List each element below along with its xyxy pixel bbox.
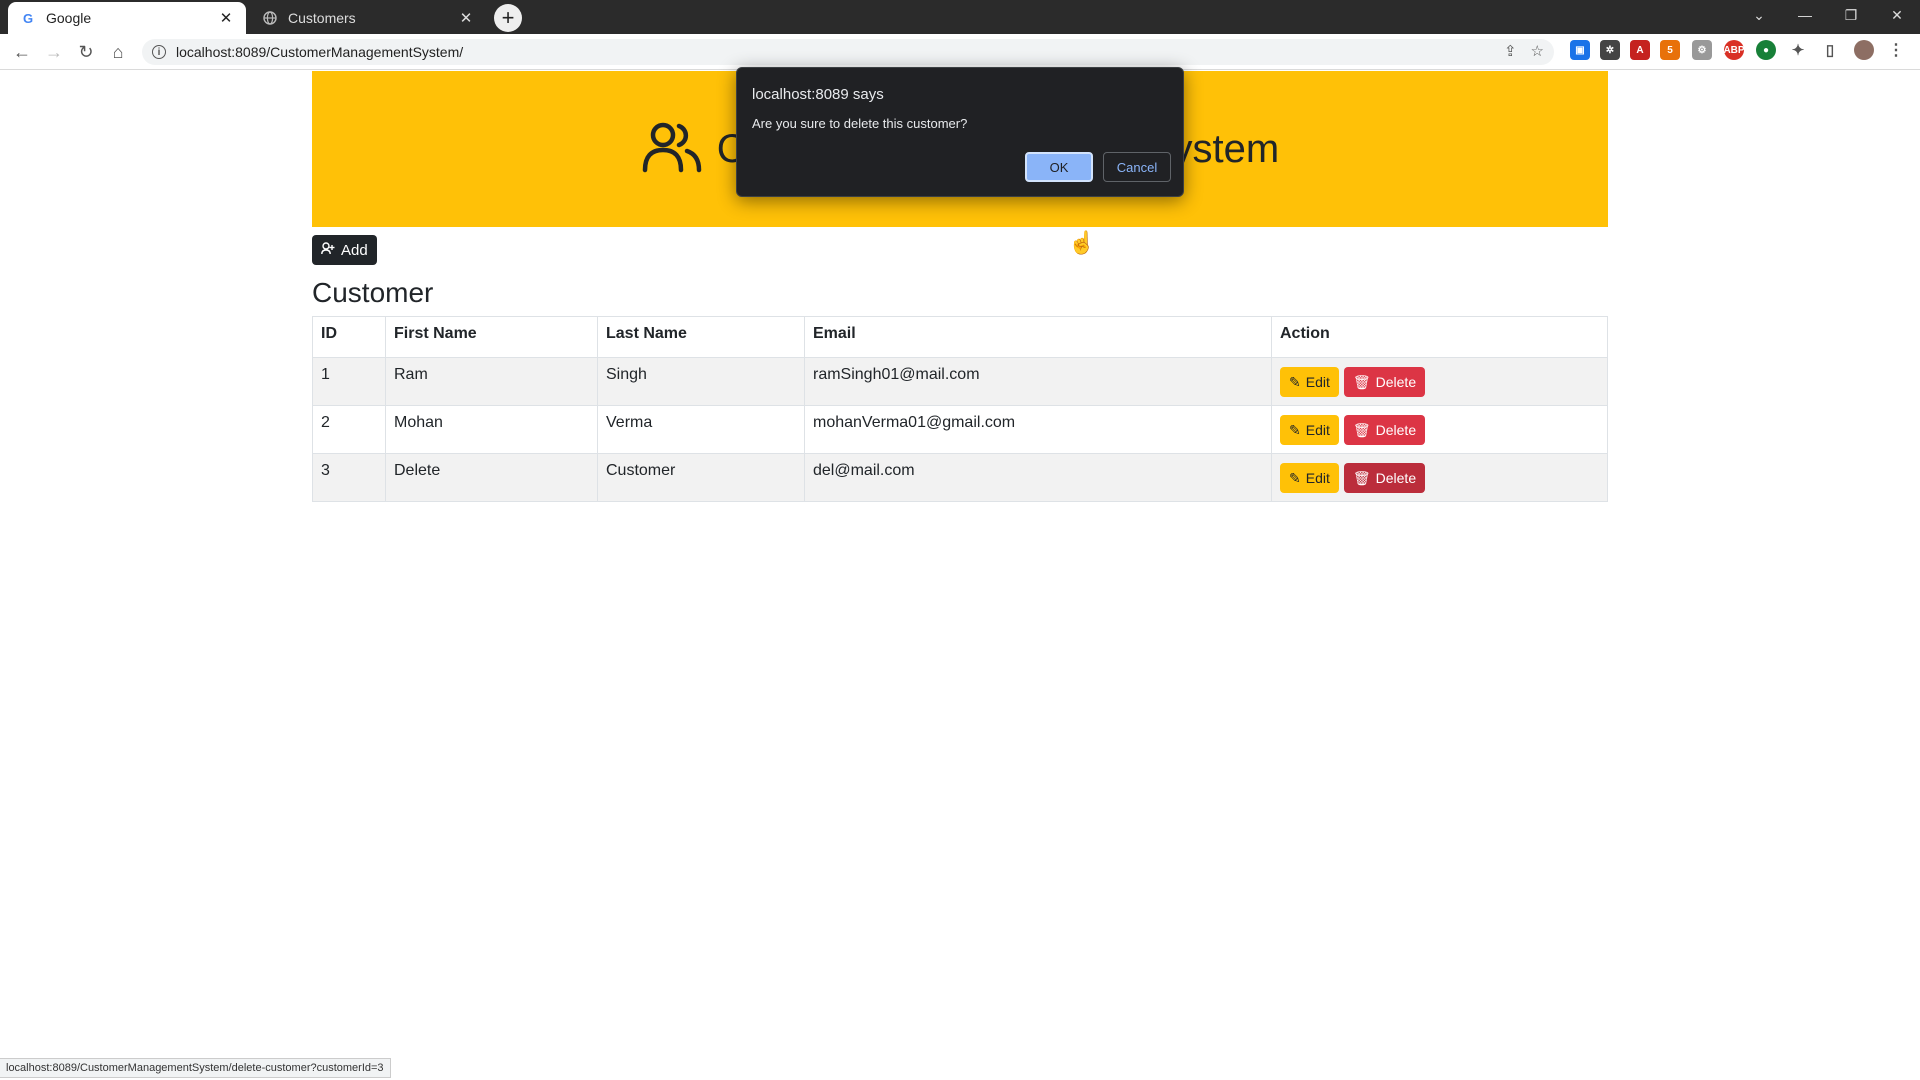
users-icon	[641, 120, 703, 179]
side-panel-icon[interactable]: ▯	[1820, 40, 1840, 60]
edit-label: Edit	[1305, 422, 1330, 438]
edit-label: Edit	[1305, 470, 1330, 486]
edit-button[interactable]: ✎ Edit	[1280, 367, 1339, 397]
trash-icon: 🗑	[1352, 373, 1371, 390]
back-icon[interactable]: ←	[8, 38, 36, 66]
close-icon[interactable]: ✕	[458, 9, 474, 27]
reload-icon[interactable]: ↻	[72, 38, 100, 66]
menu-kebab-icon[interactable]: ⋮	[1886, 40, 1906, 60]
delete-label: Delete	[1375, 374, 1417, 390]
cell-last-name: Singh	[597, 357, 805, 406]
dialog-message: Are you sure to delete this customer?	[752, 116, 968, 131]
tab-title: Google	[46, 10, 92, 26]
edit-label: Edit	[1305, 374, 1330, 390]
cell-actions: ✎ Edit 🗑 Delete	[1271, 453, 1608, 502]
google-icon: G	[22, 10, 34, 26]
cell-last-name: Customer	[597, 453, 805, 502]
tab-customers[interactable]: Customers ✕	[250, 2, 486, 34]
table-row: 3 Delete Customer del@mail.com ✎ Edit 🗑 …	[312, 453, 1608, 502]
table-row: 1 Ram Singh ramSingh01@mail.com ✎ Edit 🗑…	[312, 357, 1608, 406]
extension-gear-icon[interactable]: ✲	[1600, 40, 1620, 60]
cell-actions: ✎ Edit 🗑 Delete	[1271, 357, 1608, 406]
confirm-dialog: localhost:8089 says Are you sure to dele…	[736, 67, 1184, 197]
delete-button[interactable]: 🗑 Delete	[1343, 415, 1426, 445]
trash-icon: 🗑	[1352, 469, 1371, 486]
cell-email: del@mail.com	[804, 453, 1272, 502]
extension-tools-icon[interactable]: ⚙	[1692, 40, 1712, 60]
delete-button[interactable]: 🗑 Delete	[1343, 463, 1426, 493]
home-icon[interactable]: ⌂	[104, 38, 132, 66]
customer-table: ID First Name Last Name Email Action 1 R…	[312, 316, 1608, 502]
extension-globe-icon[interactable]: ●	[1756, 40, 1776, 60]
globe-icon	[262, 10, 278, 26]
browser-tab-bar: G Google ✕ Customers ✕ + ⌄ — ❐ ✕	[0, 0, 1920, 34]
column-header-action: Action	[1271, 316, 1608, 358]
hand-cursor-icon: ☝	[1068, 230, 1096, 255]
delete-label: Delete	[1375, 470, 1417, 486]
table-header-row: ID First Name Last Name Email Action	[312, 316, 1608, 358]
address-url: localhost:8089/CustomerManagementSystem/	[176, 44, 464, 60]
column-header-id: ID	[312, 316, 386, 358]
extension-html-icon[interactable]: 5	[1660, 40, 1680, 60]
cell-last-name: Verma	[597, 405, 805, 454]
delete-button[interactable]: 🗑 Delete	[1343, 367, 1426, 397]
bookmark-star-icon[interactable]: ☆	[1531, 42, 1544, 60]
tab-title: Customers	[288, 10, 356, 26]
pencil-icon: ✎	[1289, 421, 1301, 438]
section-title: Customer	[312, 277, 434, 308]
ok-button[interactable]: OK	[1025, 152, 1093, 182]
edit-button[interactable]: ✎ Edit	[1280, 463, 1339, 493]
restore-icon[interactable]: ❐	[1828, 0, 1874, 30]
close-icon[interactable]: ✕	[218, 9, 234, 27]
address-bar[interactable]: i localhost:8089/CustomerManagementSyste…	[142, 39, 1554, 65]
column-header-last-name: Last Name	[597, 316, 805, 358]
column-header-email: Email	[804, 316, 1272, 358]
share-icon[interactable]: ⇪	[1504, 42, 1517, 60]
status-bar: localhost:8089/CustomerManagementSystem/…	[0, 1058, 391, 1078]
extension-translate-icon[interactable]: ▣	[1570, 40, 1590, 60]
tab-search-icon[interactable]: ⌄	[1736, 0, 1782, 30]
dialog-origin: localhost:8089 says	[752, 86, 884, 103]
add-button-label: Add	[341, 241, 368, 259]
cell-email: mohanVerma01@gmail.com	[804, 405, 1272, 454]
cell-first-name: Delete	[385, 453, 598, 502]
forward-icon[interactable]: →	[40, 38, 68, 66]
cell-id: 2	[312, 405, 386, 454]
cell-first-name: Ram	[385, 357, 598, 406]
minimize-icon[interactable]: —	[1782, 0, 1828, 30]
table-row: 2 Mohan Verma mohanVerma01@gmail.com ✎ E…	[312, 405, 1608, 454]
site-info-icon[interactable]: i	[152, 45, 166, 59]
extension-pdf-icon[interactable]: A	[1630, 40, 1650, 60]
cell-actions: ✎ Edit 🗑 Delete	[1271, 405, 1608, 454]
pencil-icon: ✎	[1289, 373, 1301, 390]
profile-avatar[interactable]	[1854, 40, 1874, 60]
edit-button[interactable]: ✎ Edit	[1280, 415, 1339, 445]
pencil-icon: ✎	[1289, 469, 1301, 486]
tab-google[interactable]: G Google ✕	[8, 2, 246, 34]
cell-id: 1	[312, 357, 386, 406]
extension-abp-icon[interactable]: ABP	[1723, 40, 1745, 60]
new-tab-button[interactable]: +	[494, 4, 522, 32]
trash-icon: 🗑	[1352, 421, 1371, 438]
cell-id: 3	[312, 453, 386, 502]
person-plus-icon	[321, 241, 335, 259]
browser-toolbar: ← → ↻ ⌂ i localhost:8089/CustomerManagem…	[0, 34, 1920, 70]
extensions-puzzle-icon[interactable]: ✦	[1788, 40, 1808, 60]
cell-first-name: Mohan	[385, 405, 598, 454]
add-customer-button[interactable]: Add	[312, 235, 377, 265]
window-close-icon[interactable]: ✕	[1874, 0, 1920, 30]
cell-email: ramSingh01@mail.com	[804, 357, 1272, 406]
column-header-first-name: First Name	[385, 316, 598, 358]
page-content: Customer Management System Add Customer …	[0, 71, 1920, 1059]
cancel-button[interactable]: Cancel	[1103, 152, 1171, 182]
delete-label: Delete	[1375, 422, 1417, 438]
